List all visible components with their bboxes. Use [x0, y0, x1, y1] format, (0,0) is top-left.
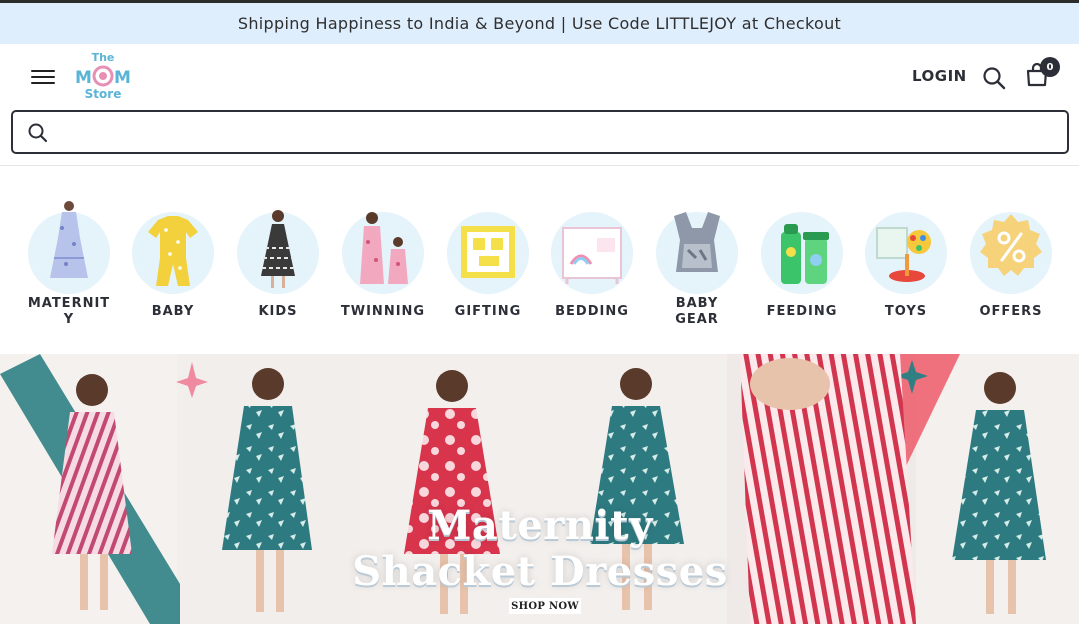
category-label: FEEDING [766, 304, 838, 319]
hero-banner[interactable]: Maternity Shacket Dresses SHOP NOW [0, 354, 1079, 624]
toy-set-icon [876, 227, 931, 282]
category-label: KIDS [258, 304, 298, 319]
category-label: BABY [151, 304, 195, 319]
discount-badge-icon [980, 214, 1042, 276]
baby-romper-icon [148, 216, 198, 286]
svg-text:M: M [75, 68, 92, 87]
search-icon[interactable] [982, 66, 1006, 90]
maternity-dress-icon [50, 201, 88, 278]
category-label: OFFERS [979, 304, 1043, 319]
search-box [11, 110, 1069, 154]
page: Shipping Happiness to India & Beyond | U… [0, 0, 1079, 624]
hamburger-icon[interactable] [31, 69, 55, 85]
category-label: BEDDING [555, 304, 629, 319]
sipper-bottle-icon [781, 224, 829, 284]
category-label: BABY GEAR [675, 296, 719, 327]
announcement-text: Shipping Happiness to India & Beyond | U… [237, 14, 842, 33]
category-label: TOYS [884, 304, 928, 319]
announcement-bar: Shipping Happiness to India & Beyond | U… [0, 0, 1079, 44]
cart-count-badge: 0 [1040, 57, 1060, 77]
logo-line-3: Store [84, 87, 122, 101]
banner-title-line-1: Maternity [427, 502, 653, 549]
baby-carrier-icon [674, 212, 720, 272]
search-input[interactable] [63, 120, 1053, 146]
category-label: MATERNITY [27, 296, 111, 327]
category-label: TWINNING [340, 304, 426, 319]
store-logo[interactable]: The M M Store [72, 50, 134, 104]
logo-mom-mark: M M [75, 65, 131, 87]
logo-line-1: The [91, 51, 115, 64]
search-bar-section [0, 110, 1079, 166]
bedding-set-icon [562, 227, 622, 284]
login-link[interactable]: LOGIN [912, 67, 967, 85]
category-strip: MATERNITY BABY KIDS TWINNING GIFTING BED… [0, 166, 1079, 354]
category-label: GIFTING [454, 304, 522, 319]
twinning-outfits-icon [360, 212, 408, 284]
gift-box-icon [461, 226, 515, 278]
search-input-icon [28, 123, 48, 143]
shop-now-button[interactable]: SHOP NOW [509, 598, 581, 614]
kids-dress-icon [261, 210, 295, 288]
svg-text:M: M [114, 68, 131, 87]
site-header: The M M Store LOGIN [0, 44, 1079, 110]
banner-title-line-2: Shacket Dresses [352, 548, 728, 595]
